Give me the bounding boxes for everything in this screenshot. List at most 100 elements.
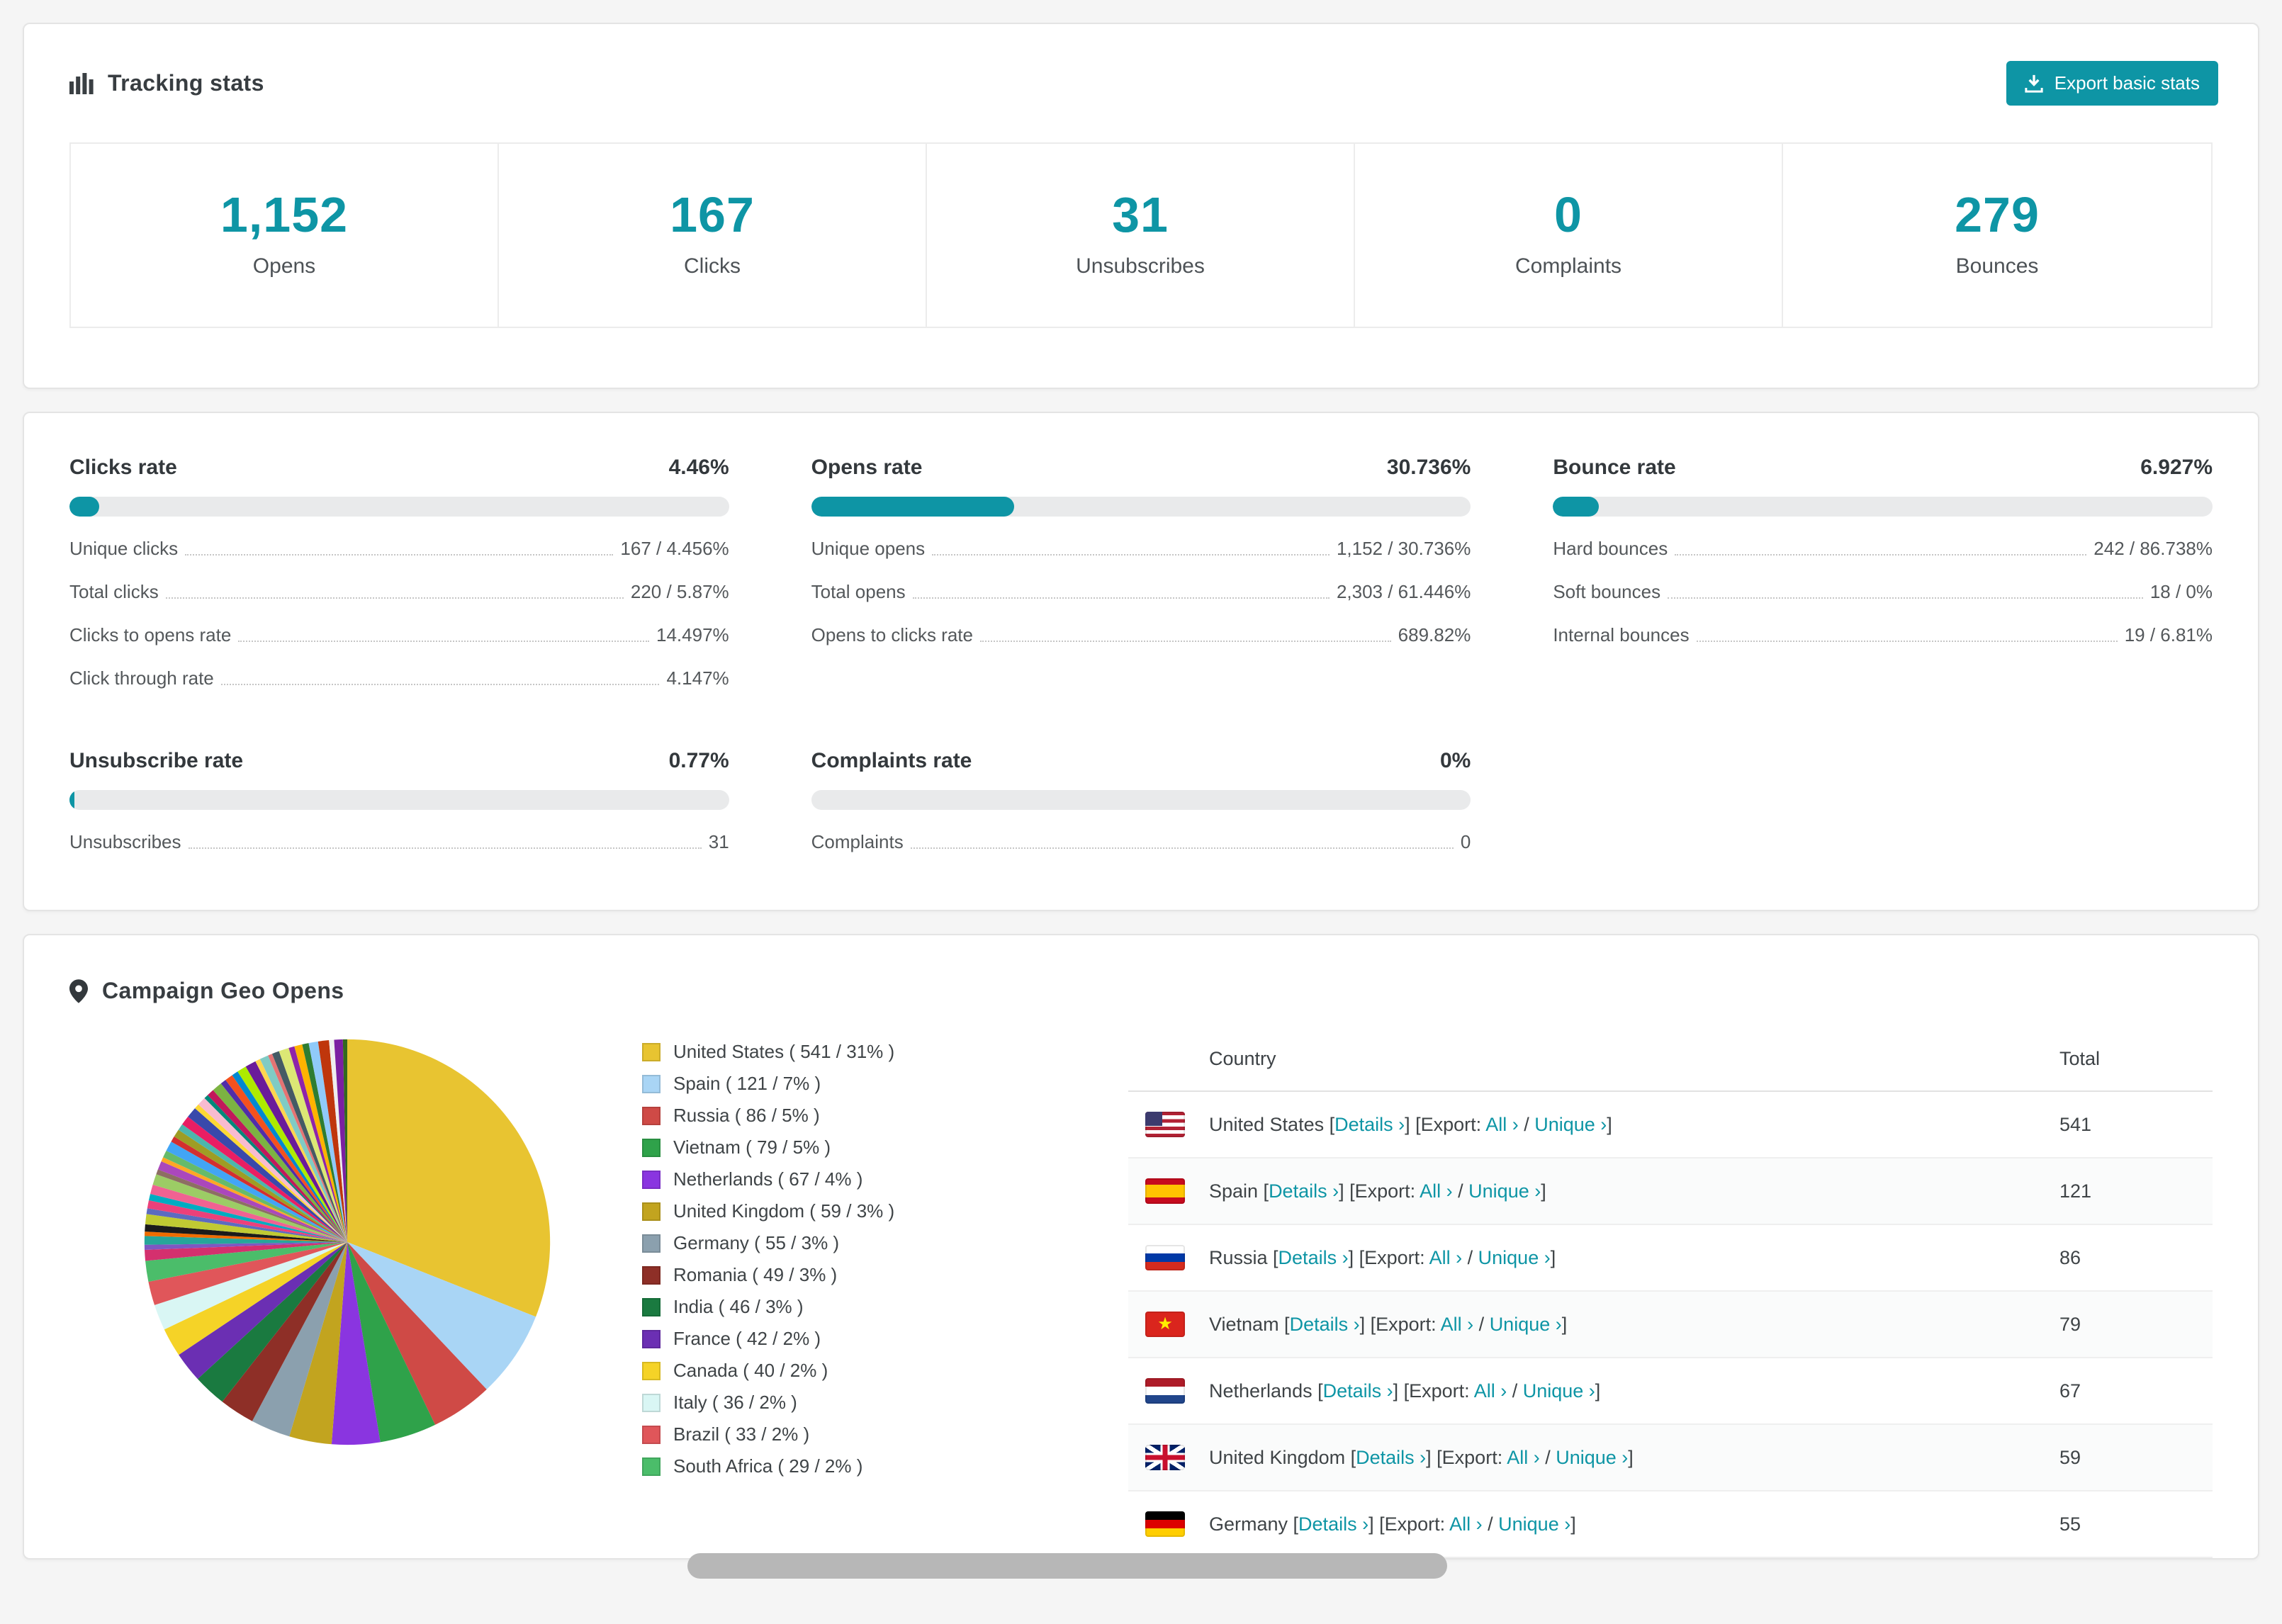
campaign-geo-opens-card: Campaign Geo Opens United States ( 541 /…: [23, 934, 2259, 1560]
details-link-united-kingdom[interactable]: Details ›: [1356, 1447, 1426, 1468]
export-all-link-netherlands[interactable]: All ›: [1474, 1380, 1507, 1402]
legend-item-spain[interactable]: Spain ( 121 / 7% ): [642, 1073, 975, 1095]
legend-swatch: [642, 1042, 661, 1061]
export-unique-link-vietnam[interactable]: Unique ›: [1490, 1314, 1562, 1335]
flag-spain-icon: [1145, 1178, 1185, 1204]
metric-value: 19 / 6.81%: [2124, 624, 2213, 645]
rate-header: Opens rate 30.736%: [811, 456, 1471, 480]
metric-row: Complaints 0: [811, 831, 1471, 853]
details-link-russia[interactable]: Details ›: [1278, 1247, 1349, 1268]
campaign-overview-page: Tracking stats Export basic stats 1,152 O…: [0, 0, 2282, 1582]
stat-label: Unsubscribes: [1076, 254, 1205, 278]
country-cell: Russia [Details ›] [Export: All › / Uniq…: [1209, 1246, 1556, 1268]
legend-item-france[interactable]: France ( 42 / 2% ): [642, 1328, 975, 1350]
export-basic-stats-button[interactable]: Export basic stats: [2006, 61, 2218, 106]
rate-block-clicks-rate: Clicks rate 4.46% Unique clicks 167 / 4.456…: [69, 456, 729, 689]
details-link-germany[interactable]: Details ›: [1298, 1513, 1368, 1535]
flag-united-states-icon: [1145, 1112, 1185, 1137]
stat-value: 167: [670, 187, 755, 242]
dotted-leader: [188, 847, 702, 849]
legend-swatch: [642, 1202, 661, 1221]
details-link-vietnam[interactable]: Details ›: [1290, 1314, 1360, 1335]
stat-box-opens: 1,152 Opens: [71, 144, 499, 327]
rate-block-bounce-rate: Bounce rate 6.927% Hard bounces 242 / 86.73…: [1553, 456, 2213, 689]
metric-value: 242 / 86.738%: [2093, 538, 2213, 559]
stat-value: 0: [1554, 187, 1583, 242]
export-all-link-russia[interactable]: All ›: [1429, 1247, 1463, 1268]
geo-table-row-united-kingdom: United Kingdom [Details ›] [Export: All …: [1128, 1425, 2213, 1492]
export-all-link-united-kingdom[interactable]: All ›: [1507, 1447, 1540, 1468]
total-cell: 86: [2059, 1246, 2081, 1268]
rates-grid: Clicks rate 4.46% Unique clicks 167 / 4.456…: [69, 456, 2213, 853]
metric-label: Unsubscribes: [69, 831, 181, 852]
legend-item-canada[interactable]: Canada ( 40 / 2% ): [642, 1360, 975, 1382]
dotted-leader: [1668, 597, 2143, 599]
dotted-leader: [1675, 554, 2087, 556]
country-cell: Netherlands [Details ›] [Export: All › /…: [1209, 1380, 1601, 1402]
metric-label: Internal bounces: [1553, 624, 1690, 645]
legend-item-germany[interactable]: Germany ( 55 / 3% ): [642, 1232, 975, 1254]
export-unique-link-united-kingdom[interactable]: Unique ›: [1556, 1447, 1628, 1468]
geo-table-row-spain: Spain [Details ›] [Export: All › / Uniqu…: [1128, 1158, 2213, 1225]
metric-value: 0: [1460, 831, 1471, 852]
progress-fill: [811, 497, 1014, 517]
legend-item-south-africa[interactable]: South Africa ( 29 / 2% ): [642, 1455, 975, 1477]
horizontal-scrollbar-thumb[interactable]: [687, 1553, 1447, 1579]
rate-block-opens-rate: Opens rate 30.736% Unique opens 1,152 / 30.…: [811, 456, 1471, 689]
details-link-united-states[interactable]: Details ›: [1334, 1114, 1405, 1135]
rate-percent: 4.46%: [668, 456, 729, 479]
export-unique-link-spain[interactable]: Unique ›: [1468, 1180, 1541, 1202]
metric-label: Click through rate: [69, 667, 214, 689]
tracking-stats-header: Tracking stats Export basic stats: [24, 24, 2258, 106]
metric-label: Unique opens: [811, 538, 926, 559]
total-cell: 55: [2059, 1513, 2081, 1535]
progress-bar: [811, 497, 1471, 517]
metric-label: Clicks to opens rate: [69, 624, 232, 645]
legend-swatch: [642, 1329, 661, 1348]
legend-item-brazil[interactable]: Brazil ( 33 / 2% ): [642, 1423, 975, 1445]
metric-row: Unique opens 1,152 / 30.736%: [811, 538, 1471, 560]
legend-label: United States ( 541 / 31% ): [673, 1041, 895, 1062]
export-all-link-vietnam[interactable]: All ›: [1441, 1314, 1474, 1335]
legend-item-romania[interactable]: Romania ( 49 / 3% ): [642, 1264, 975, 1286]
details-link-netherlands[interactable]: Details ›: [1323, 1380, 1393, 1402]
export-all-link-spain[interactable]: All ›: [1420, 1180, 1453, 1202]
rate-title: Opens rate: [811, 456, 923, 479]
export-unique-link-netherlands[interactable]: Unique ›: [1523, 1380, 1595, 1402]
legend-item-russia[interactable]: Russia ( 86 / 5% ): [642, 1105, 975, 1127]
legend-item-india[interactable]: India ( 46 / 3% ): [642, 1296, 975, 1318]
metric-row: Unique clicks 167 / 4.456%: [69, 538, 729, 560]
rate-title: Clicks rate: [69, 456, 177, 479]
legend-label: Brazil ( 33 / 2% ): [673, 1423, 810, 1445]
flag-vietnam-icon: [1145, 1312, 1185, 1337]
metric-value: 14.497%: [656, 624, 729, 645]
legend-label: Romania ( 49 / 3% ): [673, 1264, 838, 1285]
legend-item-united-states[interactable]: United States ( 541 / 31% ): [642, 1041, 975, 1063]
legend-item-united-kingdom[interactable]: United Kingdom ( 59 / 3% ): [642, 1200, 975, 1222]
legend-item-vietnam[interactable]: Vietnam ( 79 / 5% ): [642, 1137, 975, 1158]
export-unique-link-russia[interactable]: Unique ›: [1478, 1247, 1551, 1268]
geo-table-header: Country Total: [1128, 1027, 2213, 1092]
pie-legend: United States ( 541 / 31% ) Spain ( 121 /…: [642, 1041, 975, 1487]
export-all-link-united-states[interactable]: All ›: [1485, 1114, 1519, 1135]
legend-label: France ( 42 / 2% ): [673, 1328, 821, 1349]
details-link-spain[interactable]: Details ›: [1269, 1180, 1339, 1202]
legend-swatch: [642, 1361, 661, 1380]
progress-bar: [811, 790, 1471, 810]
dotted-leader: [165, 597, 624, 599]
dotted-leader: [932, 554, 1330, 556]
export-all-link-germany[interactable]: All ›: [1449, 1513, 1483, 1535]
dotted-leader: [910, 847, 1454, 849]
legend-swatch: [642, 1425, 661, 1444]
dotted-leader: [979, 641, 1391, 642]
legend-item-italy[interactable]: Italy ( 36 / 2% ): [642, 1392, 975, 1414]
geo-opens-pie-chart[interactable]: [140, 1035, 554, 1449]
export-unique-link-united-states[interactable]: Unique ›: [1534, 1114, 1607, 1135]
total-column-header: Total: [2059, 1047, 2101, 1069]
legend-swatch: [642, 1170, 661, 1189]
export-unique-link-germany[interactable]: Unique ›: [1498, 1513, 1570, 1535]
stat-label: Complaints: [1514, 254, 1622, 278]
legend-swatch: [642, 1265, 661, 1285]
metric-value: 18 / 0%: [2149, 581, 2213, 602]
legend-item-netherlands[interactable]: Netherlands ( 67 / 4% ): [642, 1168, 975, 1190]
